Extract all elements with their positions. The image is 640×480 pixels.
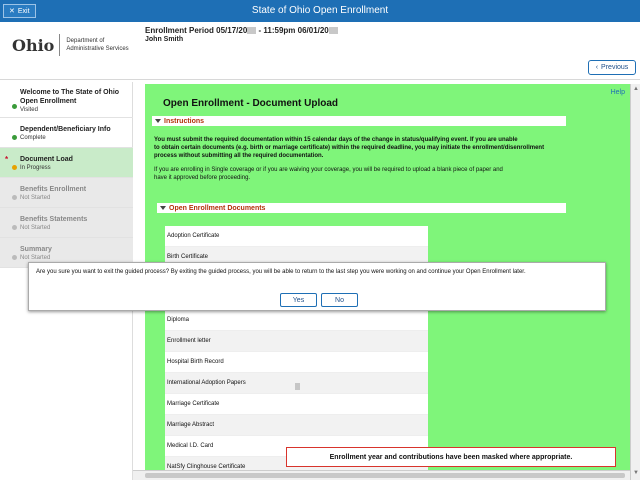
dialog-message: Are you sure you want to exit the guided… bbox=[36, 269, 526, 275]
step-benefits-statements: Benefits Statements Not Started bbox=[0, 208, 133, 238]
documents-section-header[interactable]: Open Enrollment Documents bbox=[157, 203, 566, 213]
list-item[interactable]: Diploma bbox=[165, 310, 428, 331]
step-title: Dependent/Beneficiary Info bbox=[20, 126, 111, 133]
scroll-down-icon[interactable]: ▼ bbox=[633, 470, 639, 476]
status-dot-icon bbox=[12, 165, 17, 170]
documents-label: Open Enrollment Documents bbox=[169, 204, 266, 212]
exit-confirm-dialog: Are you sure you want to exit the guided… bbox=[28, 262, 606, 311]
previous-button[interactable]: ‹ Previous bbox=[588, 60, 636, 75]
list-item[interactable]: Marriage Certificate bbox=[165, 394, 428, 415]
step-title: Welcome to The State of Ohio Open Enrollm… bbox=[20, 89, 120, 105]
step-benefits-enrollment: Benefits Enrollment Not Started bbox=[0, 178, 133, 208]
list-item[interactable]: Adoption Certificate bbox=[165, 226, 428, 247]
banner-title: State of Ohio Open Enrollment bbox=[251, 5, 389, 16]
step-document-load[interactable]: * Document Load In Progress bbox=[0, 148, 133, 178]
step-status: Visited bbox=[12, 104, 133, 113]
scroll-thumb[interactable] bbox=[145, 473, 625, 478]
current-step-marker: * bbox=[5, 155, 9, 164]
step-status: Not Started bbox=[12, 225, 133, 231]
step-status: Complete bbox=[12, 135, 133, 141]
previous-label: Previous bbox=[601, 64, 629, 71]
logo-department: Department of Administrative Services bbox=[66, 37, 128, 53]
page-title: Open Enrollment - Document Upload bbox=[163, 98, 339, 109]
step-status: In Progress bbox=[12, 165, 133, 171]
step-welcome[interactable]: Welcome to The State of Ohio Open Enrollm… bbox=[0, 82, 133, 118]
instructions-text-1: You must submit the required documentati… bbox=[154, 137, 545, 159]
masked-year bbox=[328, 27, 338, 34]
chevron-left-icon: ‹ bbox=[595, 64, 599, 71]
logo-divider bbox=[59, 34, 61, 56]
horizontal-scrollbar[interactable] bbox=[133, 470, 630, 480]
step-title: Summary bbox=[20, 246, 52, 253]
instructions-section-header[interactable]: Instructions bbox=[152, 116, 566, 126]
status-dot-icon bbox=[12, 195, 17, 200]
step-status: Not Started bbox=[12, 255, 133, 261]
yes-button[interactable]: Yes bbox=[280, 293, 317, 307]
instructions-text-2: If you are enrolling in Single coverage … bbox=[154, 167, 503, 181]
help-link[interactable]: Help bbox=[611, 89, 625, 96]
collapse-triangle-icon bbox=[155, 119, 161, 123]
status-dot-icon bbox=[12, 104, 17, 109]
dept-line-2: Administrative Services bbox=[66, 46, 129, 52]
vertical-scrollbar[interactable]: ▲ ▼ bbox=[630, 84, 640, 480]
step-status: Not Started bbox=[12, 195, 133, 201]
status-dot-icon bbox=[12, 255, 17, 260]
step-title: Benefits Enrollment bbox=[20, 186, 87, 193]
list-item[interactable]: Hospital Birth Record bbox=[165, 352, 428, 373]
step-title: Benefits Statements bbox=[20, 216, 88, 223]
masking-notice: Enrollment year and contributions have b… bbox=[286, 447, 616, 467]
list-item[interactable]: Marriage Abstract bbox=[165, 415, 428, 436]
collapse-triangle-icon bbox=[160, 206, 166, 210]
instructions-label: Instructions bbox=[164, 117, 205, 125]
period-end: - 11:59pm 06/01/20 bbox=[256, 26, 329, 35]
masked-year bbox=[247, 27, 257, 34]
page-header: Ohio Department of Administrative Servic… bbox=[0, 22, 640, 80]
step-dependent-info[interactable]: Dependent/Beneficiary Info Complete bbox=[0, 118, 133, 148]
top-banner: ✕ Exit State of Ohio Open Enrollment bbox=[0, 0, 640, 22]
no-button[interactable]: No bbox=[321, 293, 358, 307]
list-item[interactable]: Enrollment letter bbox=[165, 331, 428, 352]
status-dot-icon bbox=[12, 225, 17, 230]
mouse-cursor-icon bbox=[295, 383, 300, 390]
period-start: Enrollment Period 05/17/20 bbox=[145, 26, 248, 35]
status-dot-icon bbox=[12, 135, 17, 140]
dept-line-1: Department of bbox=[66, 38, 105, 44]
logo-text: Ohio bbox=[12, 35, 55, 55]
employee-name: John Smith bbox=[145, 36, 184, 43]
scroll-up-icon[interactable]: ▲ bbox=[633, 86, 639, 92]
ohio-logo: Ohio Department of Administrative Servic… bbox=[12, 34, 129, 56]
enrollment-period: Enrollment Period 05/17/20 - 11:59pm 06/… bbox=[145, 26, 338, 35]
step-title: Document Load bbox=[20, 156, 73, 163]
